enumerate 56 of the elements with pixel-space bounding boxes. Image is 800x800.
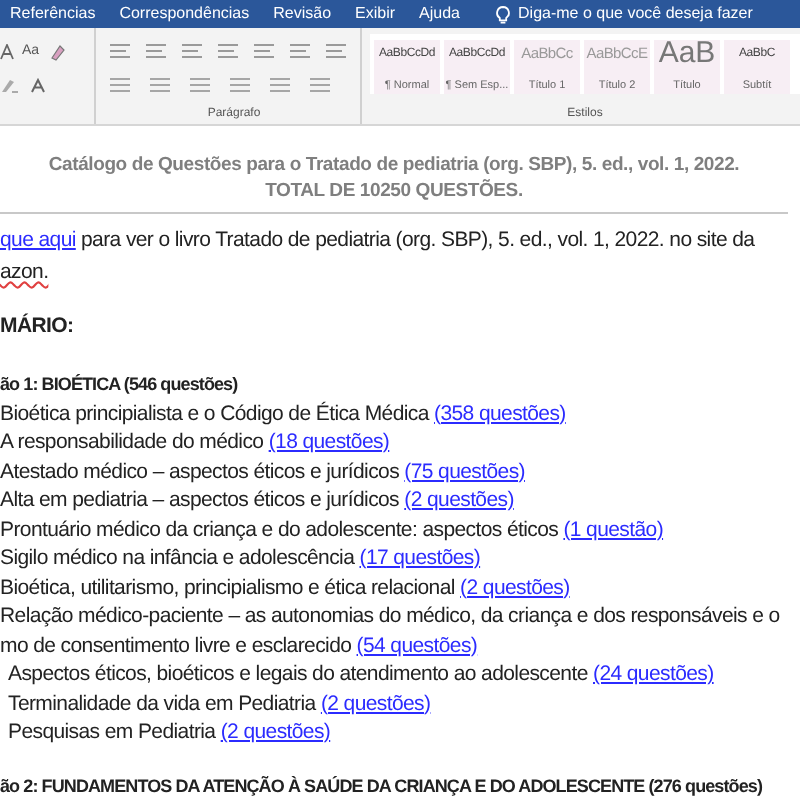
- question-count-link[interactable]: (2 questões): [320, 691, 431, 715]
- tell-me-search[interactable]: Diga-me o que você deseja fazer: [518, 2, 753, 26]
- question-count-link[interactable]: (1 questão): [563, 517, 664, 541]
- paragraph-tool-icon[interactable]: [108, 42, 132, 60]
- list-item-text: Alta em pediatria – aspectos éticos e jurídicos: [0, 488, 400, 512]
- question-count-link[interactable]: (2 questões): [404, 488, 514, 512]
- list-item-text: Relação médico-paciente – as autonomias do médico, da criança e dos responsáveis e o: [0, 604, 780, 628]
- lightbulb-icon: [496, 5, 511, 23]
- question-count-link[interactable]: (17 questões): [359, 546, 481, 570]
- font-color-icon[interactable]: [30, 77, 46, 95]
- paragraph-text: para ver o livro Tratado de pediatria (org. SBP), 5. ed., vol. 1, 2022. no site da: [79, 228, 755, 252]
- paragraph-tool-icon[interactable]: [252, 42, 276, 60]
- link[interactable]: que aqui: [0, 228, 76, 252]
- paragraph-tool-icon[interactable]: [288, 42, 312, 60]
- paragraph-tool-icon[interactable]: [324, 42, 348, 60]
- list-item-text: Bioética principialista e o Código de Ética Médica: [0, 401, 429, 425]
- clear-format-icon[interactable]: [47, 43, 66, 62]
- list-item-text: Prontuário médico da criança e do adolescente: aspectos éticos: [0, 517, 559, 541]
- list-item-text: Bioética, utilitarismo, principialismo e ética relacional: [0, 575, 455, 599]
- question-count-link[interactable]: (24 questões): [593, 662, 714, 686]
- font-grow-icon[interactable]: [0, 44, 14, 61]
- list-item-text: A responsabilidade do médico: [0, 430, 264, 454]
- paragraph-tool-icon[interactable]: [144, 42, 168, 60]
- ribbon-tab[interactable]: Correspondências: [119, 2, 250, 26]
- document-title: Catálogo de Questões para o Tratado de pediatria (org. SBP), 5. ed., vol. 1, 2022.: [46, 152, 742, 178]
- alignment-icon[interactable]: [268, 76, 292, 94]
- document-title: TOTAL DE 10250 QUESTÕES.: [263, 178, 525, 204]
- question-count-link[interactable]: (2 questões): [220, 720, 331, 744]
- list-item-text: Pesquisas em Pediatria: [8, 720, 216, 744]
- alignment-icon[interactable]: [148, 76, 172, 94]
- question-count-link[interactable]: (75 questões): [404, 459, 525, 483]
- ribbon-tab[interactable]: Referências: [10, 2, 96, 26]
- ribbon-tab[interactable]: Revisão: [273, 2, 332, 26]
- question-count-link[interactable]: (54 questões): [356, 633, 478, 657]
- alignment-icon[interactable]: [188, 76, 212, 94]
- alignment-icon[interactable]: [228, 76, 252, 94]
- section-title: ão 2: FUNDAMENTOS DA ATENÇÃO À SAÚDE DA CRIANÇA E DO ADOLESCENTE (276 questões): [0, 773, 764, 800]
- style-sample: AaB: [658, 40, 716, 68]
- highlight-icon[interactable]: [0, 78, 20, 94]
- alignment-icon[interactable]: [108, 76, 132, 94]
- question-count-link[interactable]: (2 questões): [460, 575, 570, 599]
- question-count-link[interactable]: (18 questões): [268, 430, 390, 454]
- ribbon-tab[interactable]: Exibir: [355, 2, 396, 26]
- heading: MÁRIO:: [0, 311, 76, 340]
- ribbon-tab[interactable]: Ajuda: [419, 2, 461, 26]
- list-item-text: Terminalidade da vida em Pediatria: [8, 691, 316, 715]
- list-item-text: Aspectos éticos, bioéticos e legais do atendimento ao adolescente: [8, 662, 588, 686]
- alignment-icon[interactable]: [308, 76, 332, 94]
- paragraph-tool-icon[interactable]: [216, 42, 240, 60]
- paragraph-text: azon.: [0, 258, 51, 287]
- question-count-link[interactable]: (358 questões): [434, 401, 566, 425]
- list-item-text: mo de consentimento livre e esclarecido: [0, 633, 352, 657]
- paragraph-tool-icon[interactable]: [180, 42, 204, 60]
- section-title: ão 1: BIOÉTICA (546 questões): [0, 372, 240, 398]
- list-item-text: Sigilo médico na infância e adolescência: [0, 546, 355, 570]
- list-item-text: Atestado médico – aspectos éticos e jurídicos: [0, 459, 400, 483]
